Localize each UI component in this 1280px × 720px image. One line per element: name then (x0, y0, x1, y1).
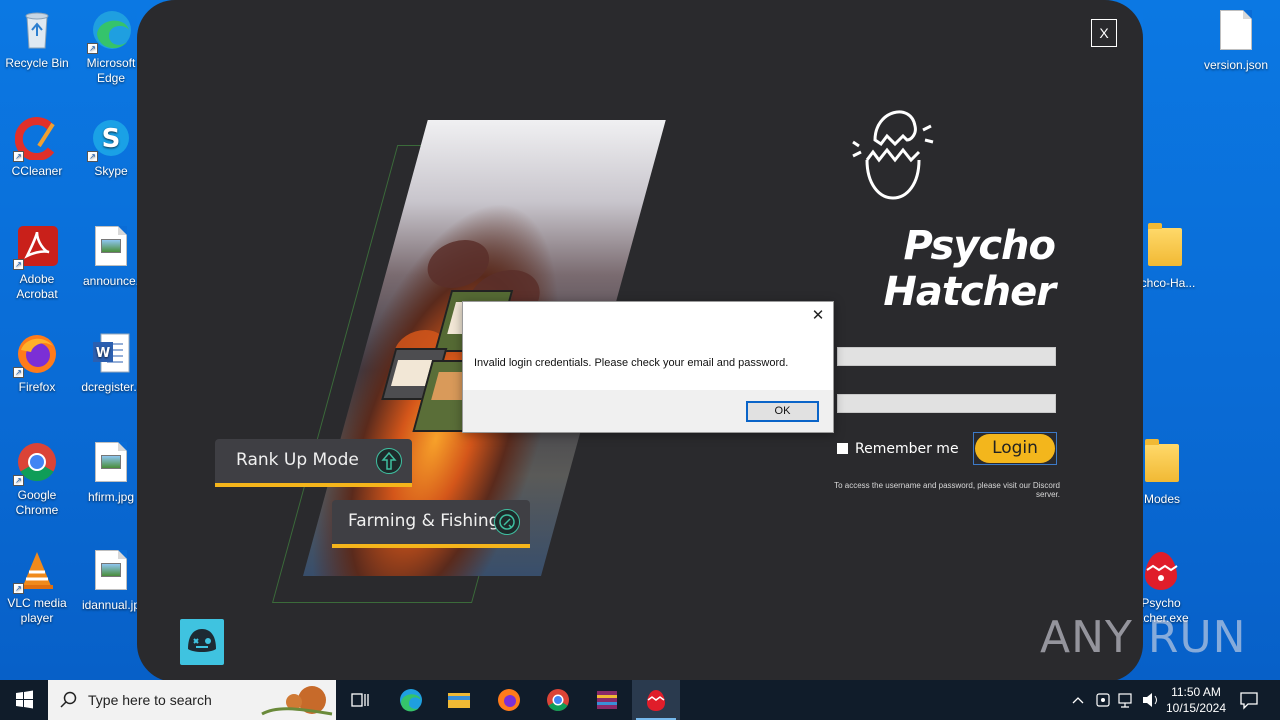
start-button[interactable] (0, 680, 48, 720)
discord-icon[interactable] (180, 619, 224, 665)
edge-icon: ↗ (87, 8, 133, 54)
farming-fishing-button[interactable]: Farming & Fishing (332, 500, 530, 548)
image-file-icon (89, 550, 133, 594)
taskbar: Type here to search 11:50 AM 10/15/2024 (0, 680, 1280, 720)
folder-icon (1143, 223, 1187, 272)
rank-up-mode-button[interactable]: Rank Up Mode (215, 439, 412, 487)
taskbar-psycho-hatcher-icon[interactable] (632, 680, 680, 720)
shortcut-arrow-icon: ↗ (13, 475, 24, 486)
dialog-close-icon[interactable]: ✕ (810, 308, 826, 324)
shortcut-arrow-icon: ↗ (87, 151, 98, 162)
rank-up-mode-label: Rank Up Mode (236, 450, 359, 470)
windows-logo-icon (16, 690, 33, 709)
desktop-icon-label: VLC media player (7, 596, 67, 625)
notification-icon[interactable] (1234, 680, 1264, 720)
search-placeholder: Type here to search (88, 692, 212, 708)
taskbar-chrome-icon[interactable] (534, 680, 582, 720)
remember-me-checkbox[interactable]: Remember me (837, 441, 959, 457)
checkbox-icon[interactable] (837, 443, 848, 454)
taskbar-clock[interactable]: 11:50 AM 10/15/2024 (1150, 684, 1242, 716)
shortcut-arrow-icon: ↗ (13, 259, 24, 270)
tray-chevron-icon[interactable] (1068, 680, 1088, 720)
image-file-icon (89, 226, 133, 270)
desktop-icon-label: Adobe Acrobat (16, 272, 58, 301)
skype-icon: S ↗ (87, 116, 133, 162)
folder-icon (1140, 439, 1184, 488)
desktop-icon-label: Recycle Bin (5, 56, 69, 70)
discord-hint-text: To access the username and password, ple… (834, 481, 1060, 499)
farming-fishing-label: Farming & Fishing (348, 511, 500, 531)
desktop-icon-ccleaner[interactable]: ↗ CCleaner (1, 116, 73, 179)
desktop-icon-label: Google Chrome (15, 488, 59, 517)
desktop-icon-recycle-bin[interactable]: Recycle Bin (1, 8, 73, 71)
clock-date: 10/15/2024 (1165, 701, 1227, 715)
taskbar-firefox-icon[interactable] (485, 680, 533, 720)
error-dialog: ✕ Invalid login credentials. Please chec… (462, 301, 834, 433)
acrobat-icon: ↗ (13, 224, 59, 270)
shortcut-arrow-icon: ↗ (13, 583, 24, 594)
desktop-icon-label: CCleaner (11, 164, 63, 178)
remember-me-label: Remember me (855, 441, 959, 457)
desktop-icon-chrome[interactable]: ↗ Google Chrome (1, 440, 73, 518)
svg-text:W: W (96, 346, 110, 361)
ccleaner-icon: ↗ (13, 116, 59, 162)
ok-button[interactable]: OK (746, 401, 819, 422)
task-view-icon[interactable] (336, 680, 384, 720)
shortcut-arrow-icon: ↗ (87, 43, 98, 54)
login-button-label: Login (975, 434, 1055, 463)
password-field[interactable] (837, 394, 1056, 413)
desktop-icon-firefox[interactable]: ↗ Firefox (1, 332, 73, 395)
svg-text:S: S (102, 124, 121, 154)
taskbar-explorer-icon[interactable] (435, 680, 483, 720)
tray-network-icon[interactable] (1116, 680, 1138, 720)
email-field[interactable] (837, 347, 1056, 366)
taskbar-winrar-icon[interactable] (583, 680, 631, 720)
recycle-bin-icon (15, 8, 59, 52)
rank-up-icon (376, 448, 402, 474)
json-file-icon (1214, 10, 1258, 54)
word-doc-icon: W (89, 332, 133, 376)
close-button[interactable]: X (1091, 19, 1117, 47)
psycho-hatcher-exe-icon (1139, 548, 1183, 592)
desktop-icon-vlc[interactable]: ↗ VLC media player (1, 548, 73, 626)
clock-time: 11:50 AM (1171, 685, 1221, 699)
taskbar-edge-icon[interactable] (387, 680, 435, 720)
desktop-icon-version-json[interactable]: version.json (1200, 8, 1272, 73)
farming-fishing-icon (494, 509, 520, 535)
dialog-message: Invalid login credentials. Please check … (474, 357, 789, 369)
egg-logo-icon (851, 100, 935, 204)
search-icon (60, 691, 77, 708)
chrome-icon: ↗ (13, 440, 59, 486)
squirrel-icon (261, 686, 333, 716)
image-file-icon (89, 442, 133, 486)
tray-device-icon[interactable] (1092, 680, 1114, 720)
dialog-footer: OK (463, 390, 833, 432)
desktop-icon-label: version.json (1203, 58, 1269, 72)
shortcut-arrow-icon: ↗ (13, 367, 24, 378)
anyrun-watermark: ANY RUN (1040, 612, 1247, 663)
firefox-icon: ↗ (13, 332, 59, 378)
desktop-icon-acrobat[interactable]: ↗ Adobe Acrobat (1, 224, 73, 302)
desktop-icon-label: Firefox (18, 380, 56, 394)
login-button[interactable]: Login (973, 432, 1057, 465)
shortcut-arrow-icon: ↗ (13, 151, 24, 162)
taskbar-search-box[interactable]: Type here to search (48, 680, 336, 720)
vlc-icon: ↗ (13, 548, 59, 594)
